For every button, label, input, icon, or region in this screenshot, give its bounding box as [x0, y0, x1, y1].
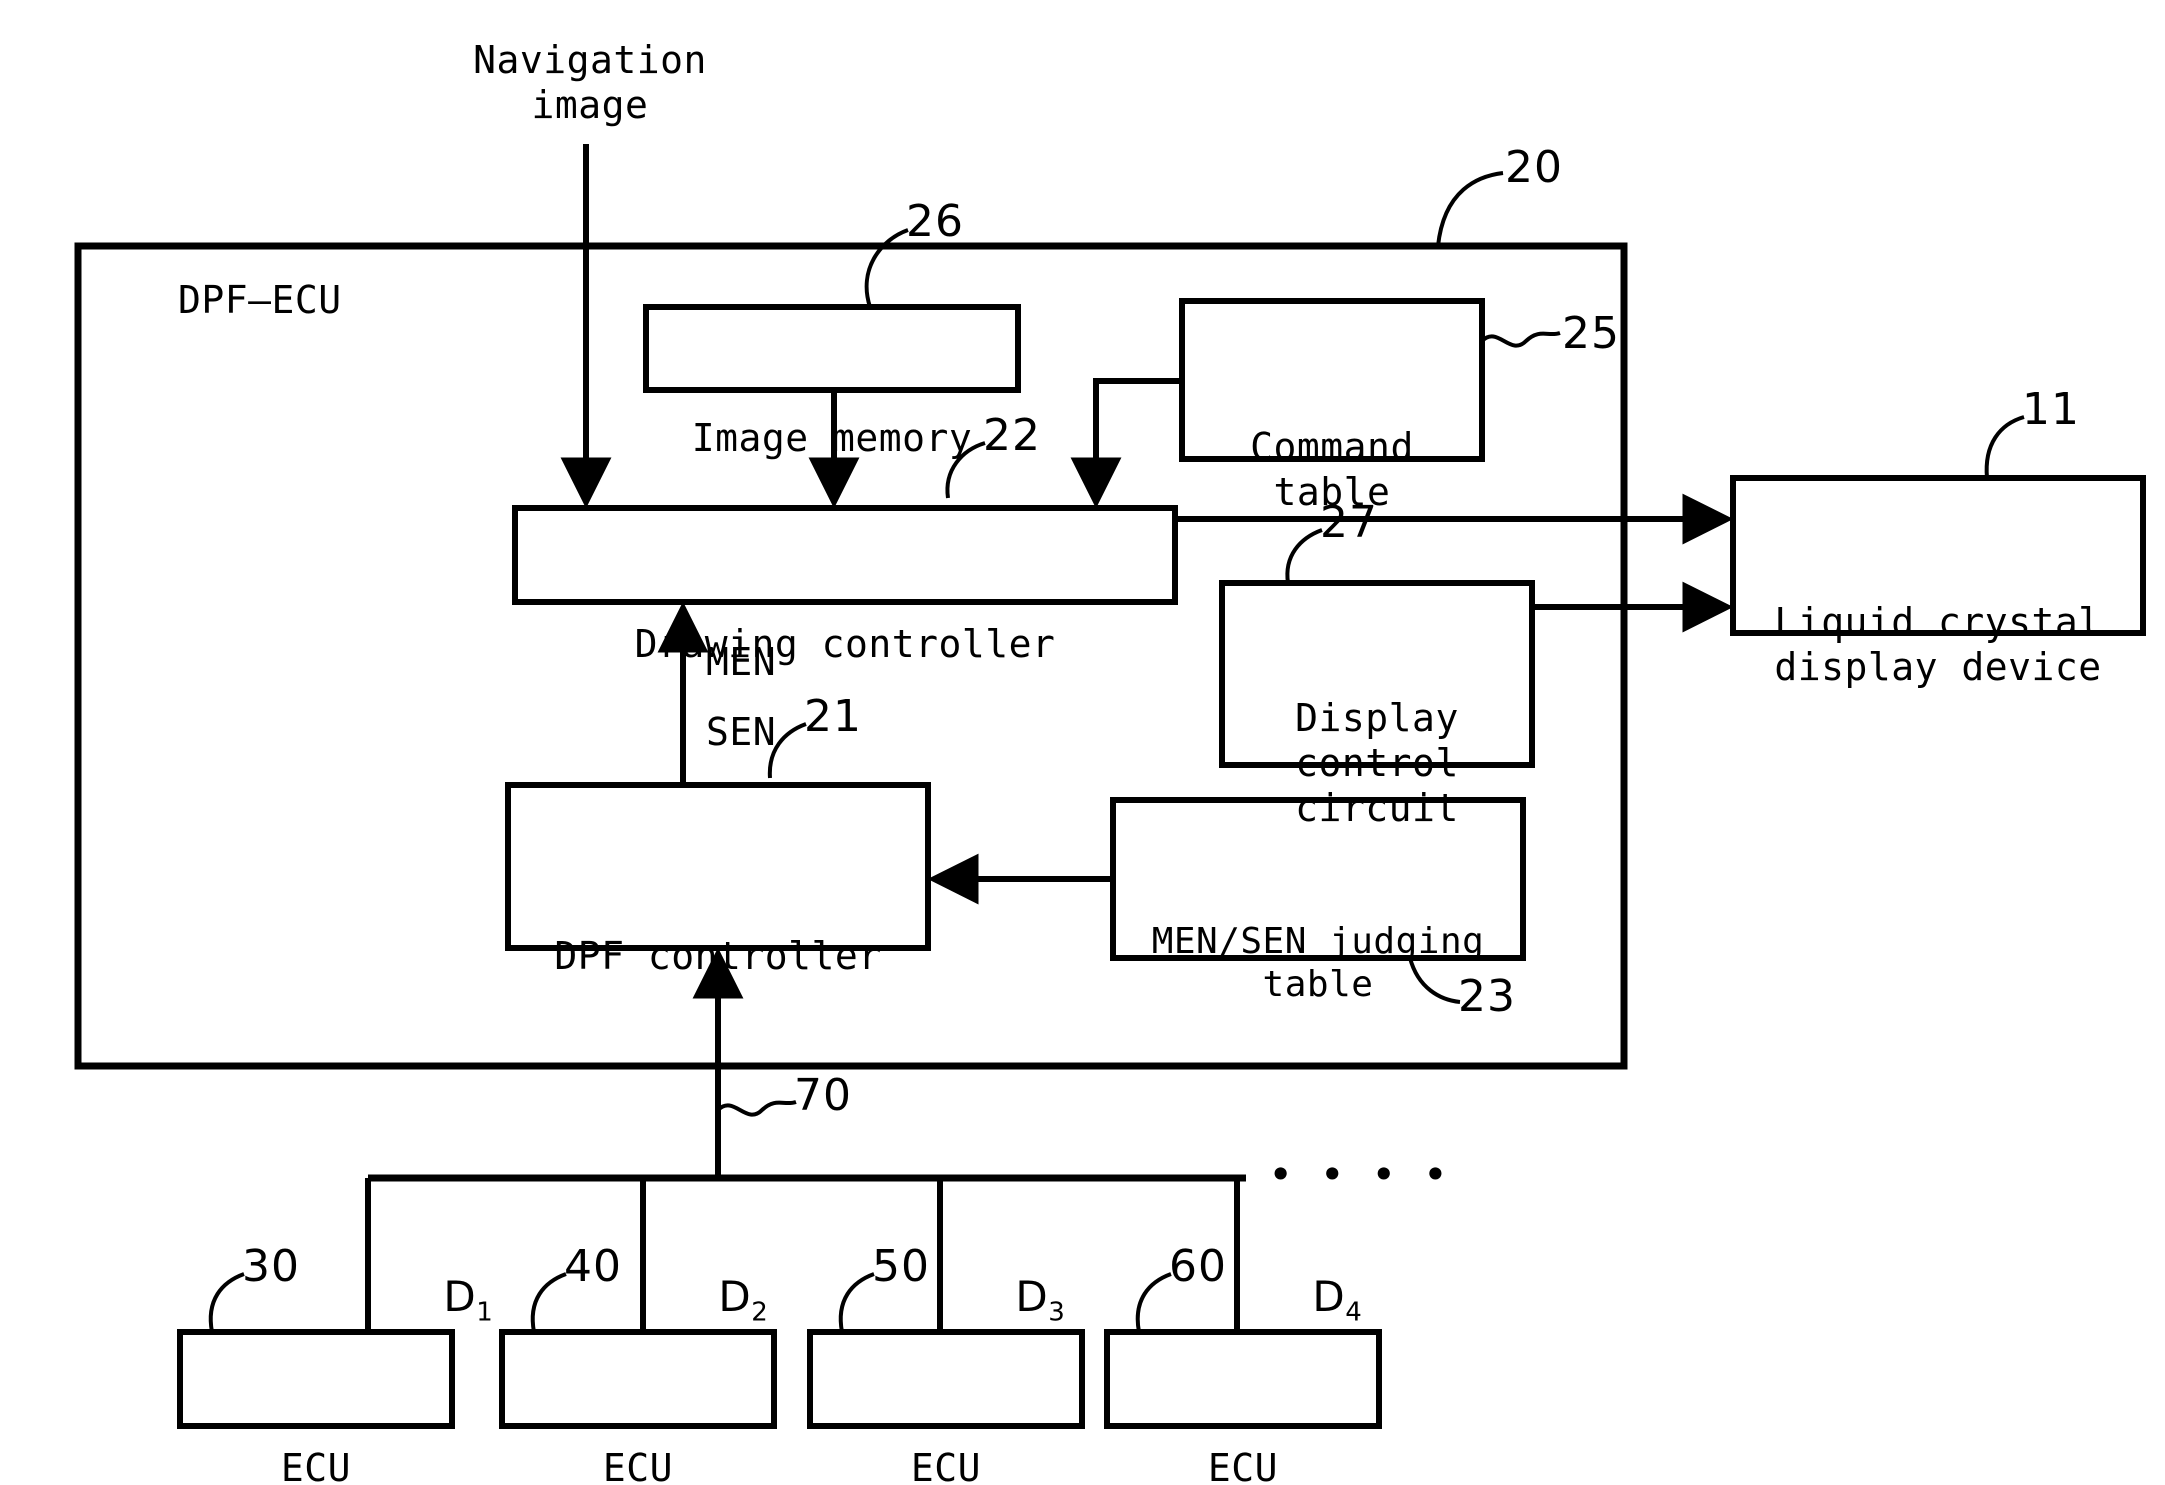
ref-num-11: 11: [2022, 384, 2080, 435]
signal-label-d2: D2: [663, 1222, 783, 1377]
ref-num-50: 50: [872, 1241, 930, 1292]
leader-50: [838, 1272, 875, 1333]
ref-num-20: 20: [1505, 142, 1563, 193]
signal-d1-sub: 1: [476, 1296, 494, 1327]
display-control-circuit-label: Display control circuit: [1222, 583, 1532, 830]
figure-canvas: Navigation image DPF–ECU MEN SEN • • • • …: [0, 0, 2165, 1485]
signal-label-d3: D3: [960, 1222, 1080, 1377]
signal-d3-base: D: [1015, 1271, 1049, 1321]
bus-ellipsis-label: • • • •: [1268, 1150, 1449, 1199]
signal-d3-sub: 3: [1048, 1296, 1066, 1327]
liquid-crystal-display-label: Liquid crystal display device: [1733, 478, 2143, 689]
ref-num-40: 40: [564, 1241, 622, 1292]
leader-25: [1480, 331, 1561, 348]
navigation-image-label: Navigation image: [473, 38, 707, 127]
leader-30: [208, 1272, 245, 1333]
ref-num-27: 27: [1320, 497, 1378, 548]
dpf-ecu-label: DPF–ECU: [178, 278, 342, 322]
leader-60: [1135, 1272, 1172, 1333]
ecu-text-40: ECU: [602, 1446, 674, 1485]
ref-num-25: 25: [1562, 308, 1620, 359]
image-memory-label: Image memory: [646, 307, 1018, 460]
ref-num-21: 21: [804, 691, 862, 742]
ref-num-26: 26: [906, 196, 964, 247]
signal-d4-sub: 4: [1345, 1296, 1363, 1327]
ref-num-23: 23: [1458, 971, 1516, 1022]
dpf-controller-text: DPF controller: [554, 933, 882, 978]
signal-d1-base: D: [443, 1271, 477, 1321]
command-table-label: Command table: [1182, 301, 1482, 514]
drawing-controller-label: Drawing controller: [515, 508, 1175, 666]
leader-11: [1984, 415, 2025, 479]
ref-num-22: 22: [983, 410, 1041, 461]
ref-num-30: 30: [242, 1241, 300, 1292]
ref-num-70: 70: [794, 1070, 852, 1121]
signal-label-d4: D4: [1257, 1222, 1377, 1377]
leader-20: [1436, 171, 1504, 247]
image-memory-text: Image memory: [691, 415, 973, 460]
dpf-controller-label: DPF controller: [508, 785, 928, 978]
ecu-text-30: ECU: [280, 1446, 352, 1485]
command-table-to-drawing-arrow: [1070, 378, 1182, 509]
men-sen-judging-table-label: MEN/SEN judging table: [1113, 800, 1523, 1004]
signal-d2-base: D: [718, 1271, 752, 1321]
ecu-text-50: ECU: [910, 1446, 982, 1485]
signal-d4-base: D: [1312, 1271, 1346, 1321]
ecu-text-60: ECU: [1207, 1446, 1279, 1485]
liquid-crystal-display-text: Liquid crystal display device: [1774, 600, 2102, 690]
drawing-controller-text: Drawing controller: [634, 622, 1056, 667]
signal-label-d1: D1: [388, 1222, 508, 1377]
leader-26: [864, 228, 909, 308]
leader-40: [530, 1272, 567, 1333]
signal-d2-sub: 2: [751, 1296, 769, 1327]
ref-num-60: 60: [1169, 1241, 1227, 1292]
